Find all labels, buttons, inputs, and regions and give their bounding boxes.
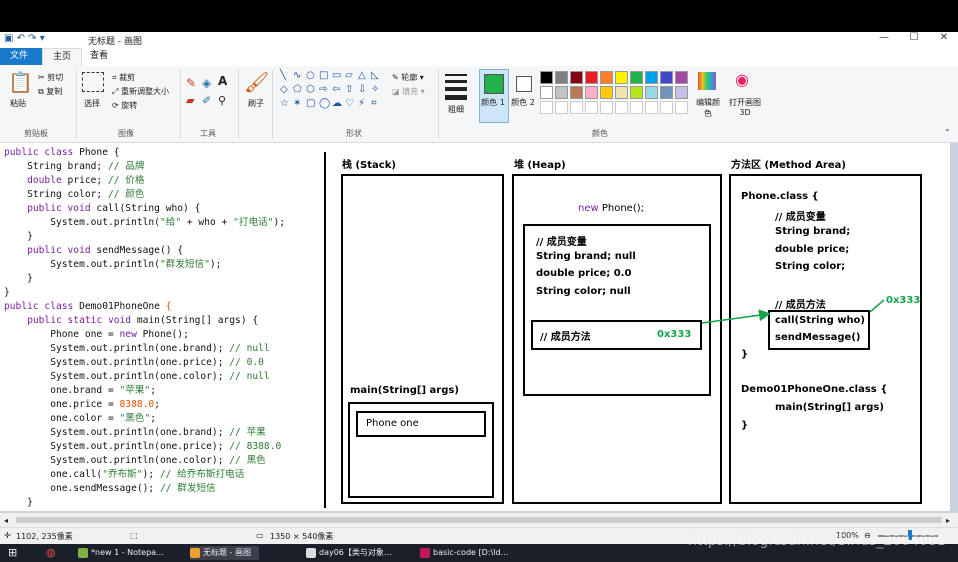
scroll-left-icon[interactable]: ◂ (4, 516, 8, 525)
arrows-overlay (701, 299, 885, 324)
taskbar-item-typora[interactable]: day06【类与对象... (306, 546, 392, 560)
cursor-position-icon: ✛ (4, 531, 11, 540)
notepad-icon (78, 547, 88, 558)
taskbar-label: *new 1 - Notepa... (91, 548, 164, 557)
selection-icon: ⬚ (130, 531, 138, 540)
start-icon[interactable]: ⊞ (8, 546, 17, 560)
taskbar-label: basic-code [D:\Id... (433, 548, 509, 557)
image-size-icon: ▭ (256, 531, 264, 540)
idea-icon (420, 547, 430, 558)
typora-icon (306, 547, 316, 558)
pointer-line (869, 299, 885, 313)
cursor-position: 1102, 235像素 (16, 532, 73, 541)
paint-icon (190, 547, 200, 558)
horizontal-scrollbar[interactable]: ◂ ▸ (0, 513, 958, 527)
scroll-thumb[interactable] (16, 517, 942, 523)
watermark: https://blog.csdn.net/Sirius_2004081 (688, 533, 946, 549)
image-size: 1350 × 540像素 (270, 532, 334, 541)
chrome-icon[interactable]: ◍ (46, 546, 56, 560)
taskbar-item-idea[interactable]: basic-code [D:\Id... (420, 546, 508, 560)
taskbar-label: 无标题 - 画图 (203, 548, 251, 557)
pointer-arrow (701, 309, 771, 324)
taskbar-label: day06【类与对象... (319, 548, 392, 557)
scroll-right-icon[interactable]: ▸ (946, 516, 950, 525)
taskbar-item-paint[interactable]: 无标题 - 画图 (190, 546, 259, 560)
taskbar-item-notepad[interactable]: *new 1 - Notepa... (78, 546, 164, 560)
